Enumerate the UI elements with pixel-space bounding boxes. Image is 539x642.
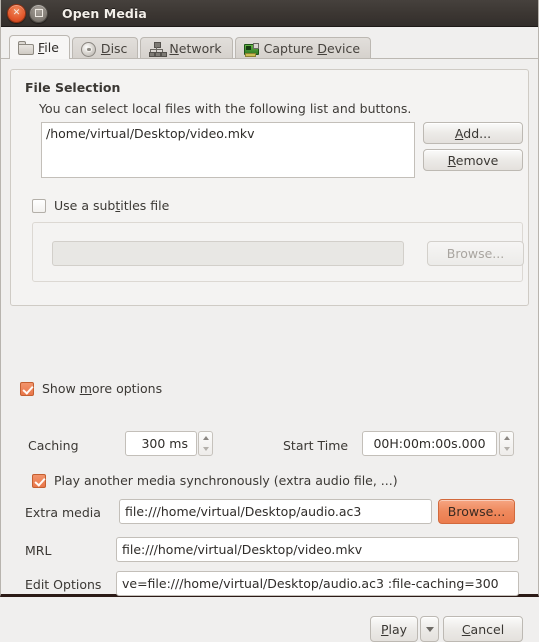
caching-input[interactable]: 300 ms — [125, 431, 197, 456]
stepper-up-icon[interactable] — [202, 435, 209, 440]
tab-file-label: File — [38, 40, 59, 55]
network-icon — [148, 41, 167, 57]
use-subtitles-label: Use a subtitles file — [54, 198, 170, 213]
tab-capture-device[interactable]: Capture Device — [234, 37, 372, 59]
use-subtitles-checkbox[interactable] — [32, 198, 46, 213]
chevron-down-icon — [425, 626, 434, 632]
subtitles-panel: Browse... — [32, 222, 524, 282]
add-button[interactable]: Add... — [423, 122, 523, 144]
remove-button-label: Remove — [447, 152, 499, 168]
edit-options-label: Edit Options — [25, 577, 102, 592]
extra-media-label: Extra media — [25, 505, 101, 520]
stepper-down-icon[interactable] — [202, 447, 209, 452]
play-another-media-row[interactable]: Play another media synchronously (extra … — [32, 473, 398, 488]
subtitles-path-input — [52, 241, 404, 266]
edit-options-input[interactable]: ve=file:///home/virtual/Desktop/audio.ac… — [116, 571, 519, 596]
stepper-up-icon[interactable] — [503, 435, 510, 440]
subtitles-browse-label: Browse... — [446, 246, 505, 261]
tab-network-label: Network — [169, 41, 222, 56]
open-media-dialog: ✕ Open Media File Disc Network Capture D… — [0, 0, 539, 642]
tab-bar: File Disc Network Capture Device — [1, 27, 538, 59]
maximize-glyph — [30, 5, 47, 22]
tab-network[interactable]: Network — [140, 37, 233, 59]
show-more-options-checkbox[interactable] — [20, 381, 34, 396]
mrl-label: MRL — [25, 543, 52, 558]
show-more-options-label: Show more options — [42, 381, 163, 396]
stepper-down-icon[interactable] — [503, 447, 510, 452]
tab-capture-device-label: Capture Device — [263, 41, 361, 56]
close-glyph: ✕ — [12, 7, 21, 18]
use-subtitles-checkbox-row[interactable]: Use a subtitles file — [32, 198, 169, 213]
play-dropdown-button[interactable] — [420, 616, 439, 642]
tab-disc[interactable]: Disc — [71, 37, 139, 59]
extra-media-browse-button[interactable]: Browse... — [438, 499, 515, 524]
extra-media-input[interactable]: file:///home/virtual/Desktop/audio.ac3 — [119, 499, 432, 524]
file-selection-group: File Selection You can select local file… — [10, 69, 529, 306]
play-button[interactable]: Play — [370, 616, 418, 642]
start-time-label: Start Time — [283, 438, 349, 453]
play-another-media-checkbox[interactable] — [32, 473, 46, 488]
maximize-icon[interactable] — [29, 3, 48, 23]
caching-stepper[interactable] — [198, 431, 213, 456]
file-selection-title: File Selection — [25, 80, 121, 95]
tab-file[interactable]: File — [9, 35, 70, 59]
start-time-input[interactable]: 00H:00m:00s.000 — [362, 431, 497, 456]
file-list[interactable]: /home/virtual/Desktop/video.mkv — [41, 122, 415, 178]
cancel-button-label: Cancel — [461, 621, 505, 637]
mrl-input[interactable]: file:///home/virtual/Desktop/video.mkv — [116, 537, 519, 562]
add-button-label: Add... — [454, 125, 492, 141]
tab-disc-label: Disc — [100, 41, 128, 56]
start-time-stepper[interactable] — [499, 431, 514, 456]
window-title: Open Media — [62, 5, 147, 21]
caching-label: Caching — [28, 438, 79, 453]
remove-button[interactable]: Remove — [423, 149, 523, 171]
close-icon[interactable]: ✕ — [7, 3, 26, 23]
title-bar: ✕ Open Media — [1, 0, 538, 27]
list-item[interactable]: /home/virtual/Desktop/video.mkv — [46, 126, 410, 141]
subtitles-browse-button: Browse... — [427, 241, 524, 266]
extra-media-browse-label: Browse... — [447, 504, 506, 519]
cancel-button[interactable]: Cancel — [443, 616, 523, 642]
file-selection-description: You can select local files with the foll… — [39, 101, 412, 116]
capture-card-icon — [243, 42, 259, 57]
tab-page-file: File Selection You can select local file… — [1, 58, 538, 642]
play-another-media-label: Play another media synchronously (extra … — [54, 473, 398, 488]
show-more-options-row[interactable]: Show more options — [20, 381, 162, 396]
disc-icon — [80, 41, 96, 57]
folder-icon — [18, 41, 34, 55]
play-button-label: Play — [380, 621, 408, 637]
